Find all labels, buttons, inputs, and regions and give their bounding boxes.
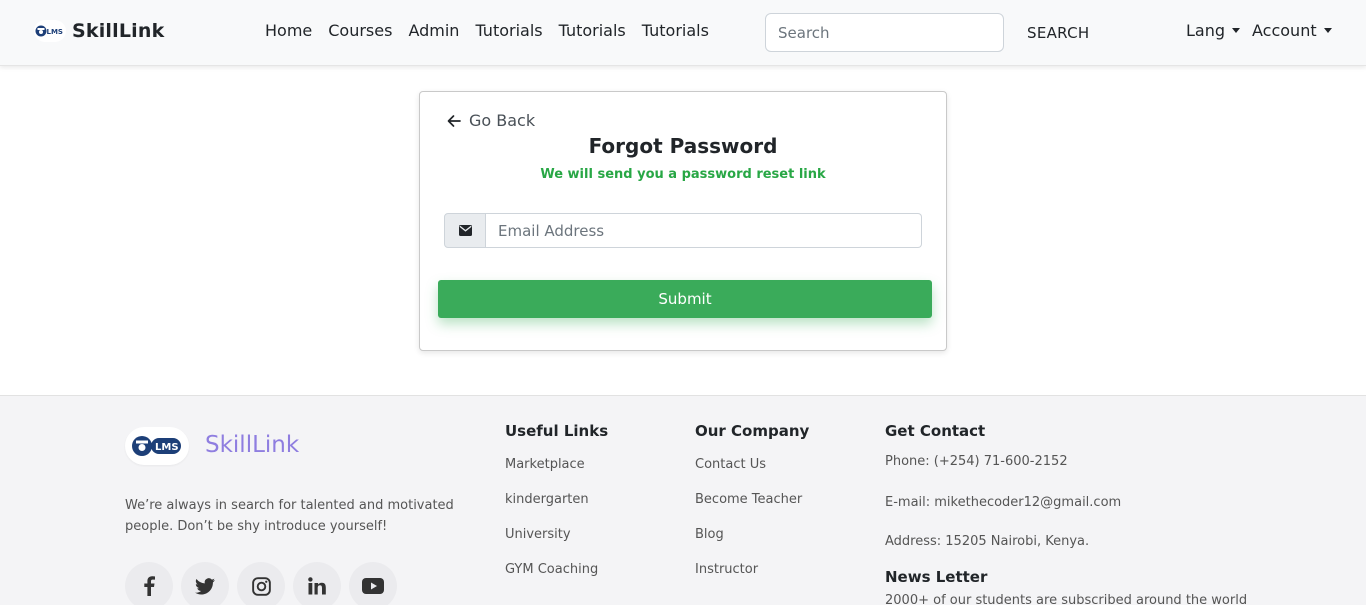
footer-link-become-teacher[interactable]: Become Teacher [695, 491, 809, 526]
footer-link-marketplace[interactable]: Marketplace [505, 456, 608, 491]
contact-email: E-mail: mikethecoder12@gmail.com [885, 495, 1122, 510]
company-column: Our Company Contact Us Become Teacher Bl… [695, 422, 809, 596]
nav-admin[interactable]: Admin [408, 21, 459, 40]
newsletter-text: 2000+ of our students are subscribed aro… [885, 593, 1248, 605]
twitter-icon[interactable] [181, 562, 229, 605]
card-title: Forgot Password [588, 134, 778, 158]
search-button[interactable]: SEARCH [1016, 13, 1101, 52]
svg-text:LMS: LMS [155, 442, 179, 453]
svg-text:LMS: LMS [47, 28, 63, 36]
main-nav: Home Courses Admin Tutorials Tutorials T… [265, 21, 725, 40]
arrow-left-icon [447, 114, 461, 127]
footer-brand[interactable]: SkillLink [205, 432, 299, 458]
submit-button[interactable]: Submit [438, 280, 932, 318]
lang-label: Lang [1186, 21, 1226, 40]
newsletter-title: News Letter [885, 568, 988, 586]
email-input-group [444, 213, 922, 248]
footer-description: We’re always in search for talented and … [125, 498, 454, 534]
linkedin-icon[interactable] [293, 562, 341, 605]
brand-name: SkillLink [72, 20, 165, 42]
youtube-icon[interactable] [349, 562, 397, 605]
go-back-label: Go Back [469, 111, 536, 130]
account-label: Account [1252, 21, 1317, 40]
company-title: Our Company [695, 422, 810, 440]
brand[interactable]: LMS SkillLink [34, 20, 164, 42]
email-field[interactable] [486, 213, 922, 248]
instagram-icon[interactable] [237, 562, 285, 605]
footer-link-contact-us[interactable]: Contact Us [695, 456, 809, 491]
envelope-icon [444, 213, 486, 248]
nav-tutorials[interactable]: Tutorials [642, 21, 709, 40]
footer-link-gym-coaching[interactable]: GYM Coaching [505, 561, 608, 596]
useful-links-column: Useful Links Marketplace kindergarten Un… [505, 422, 608, 596]
nav-tutorials[interactable]: Tutorials [559, 21, 626, 40]
footer-link-university[interactable]: University [505, 526, 608, 561]
contact-address: Address: 15205 Nairobi, Kenya. [885, 534, 1090, 549]
contact-column: Get Contact Phone: (+254) 71-600-2152 E-… [885, 422, 1248, 605]
forgot-password-card: Go Back Forgot Password We will send you… [419, 91, 947, 351]
nav-home[interactable]: Home [265, 21, 312, 40]
contact-title: Get Contact [885, 422, 986, 440]
facebook-icon[interactable] [125, 562, 173, 605]
account-dropdown[interactable]: Account [1252, 21, 1332, 40]
nav-courses[interactable]: Courses [328, 21, 392, 40]
card-subtitle: We will send you a password reset link [540, 167, 826, 182]
nav-tutorials[interactable]: Tutorials [475, 21, 542, 40]
go-back-link[interactable]: Go Back [446, 111, 535, 130]
contact-phone: Phone: (+254) 71-600-2152 [885, 454, 1068, 469]
footer-link-instructor[interactable]: Instructor [695, 561, 809, 596]
footer: LMS SkillLink We’re always in search for… [0, 395, 1366, 605]
lms-logo-icon: LMS [34, 20, 66, 42]
social-links [125, 562, 405, 605]
lang-dropdown[interactable]: Lang [1186, 21, 1241, 40]
chevron-down-icon [1232, 28, 1241, 33]
footer-logo-icon: LMS [125, 427, 189, 465]
chevron-down-icon [1323, 28, 1332, 33]
top-navbar: LMS SkillLink Home Courses Admin Tutoria… [0, 0, 1366, 66]
search-input[interactable] [765, 13, 1004, 52]
footer-link-kindergarten[interactable]: kindergarten [505, 491, 608, 526]
useful-links-title: Useful Links [505, 422, 609, 440]
footer-link-blog[interactable]: Blog [695, 526, 809, 561]
